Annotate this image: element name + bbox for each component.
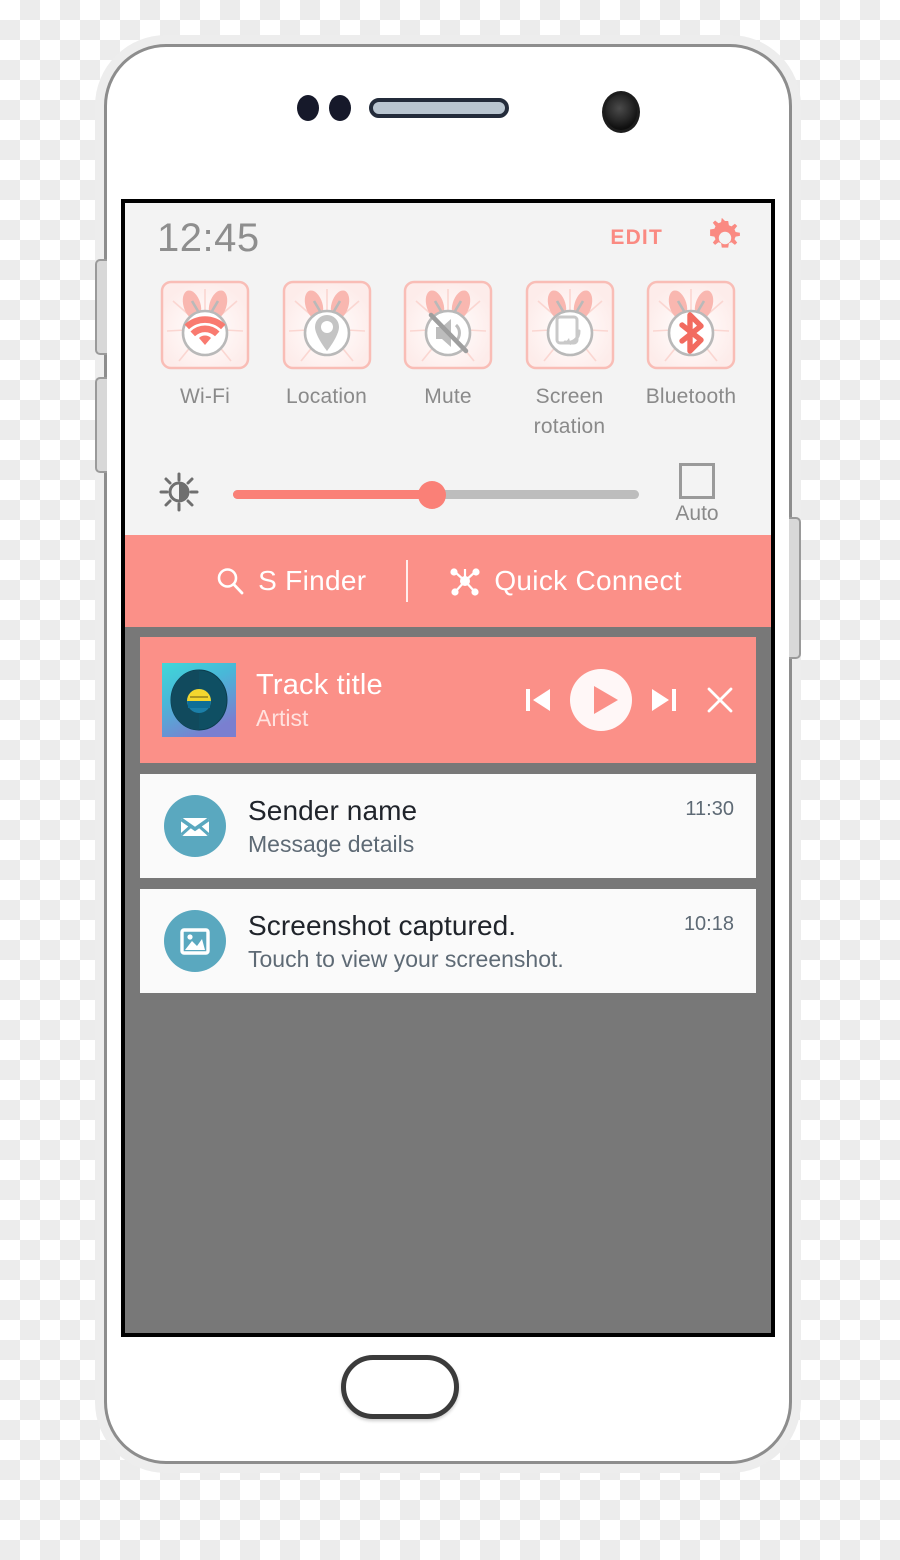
- auto-label: Auto: [675, 502, 719, 526]
- finder-bar: S Finder Quick Connect: [125, 534, 771, 627]
- brightness-row: Auto: [125, 443, 771, 535]
- notification-subtitle: Touch to view your screenshot.: [248, 945, 564, 972]
- gear-icon[interactable]: [705, 218, 745, 258]
- toggle-wifi[interactable]: Wi-Fi: [149, 279, 261, 443]
- volume-up-button[interactable]: [95, 259, 107, 355]
- volume-down-button[interactable]: [95, 377, 107, 473]
- envelope-icon: [164, 794, 226, 857]
- toggle-label: Location: [286, 385, 367, 408]
- light-sensor-icon: [329, 95, 351, 121]
- notification-body: Screenshot captured. Touch to view your …: [248, 909, 684, 973]
- location-pin-icon[interactable]: [281, 279, 373, 371]
- earpiece-speaker: [369, 98, 509, 118]
- skip-next-icon[interactable]: [634, 685, 690, 715]
- track-title: Track title: [256, 668, 383, 701]
- bluetooth-icon[interactable]: [645, 279, 737, 371]
- quick-connect-button[interactable]: Quick Connect: [448, 564, 682, 598]
- brightness-sun-icon: [147, 472, 199, 517]
- skip-previous-icon[interactable]: [524, 685, 568, 715]
- phone-device: 12:45 EDIT Wi-Fi Location Mute Screen ro…: [95, 44, 801, 1464]
- screen-rotation-icon[interactable]: [524, 279, 616, 371]
- notification-list: Track title Artist Sender name Message d…: [125, 626, 771, 993]
- play-icon[interactable]: [568, 667, 634, 733]
- notification-screenshot[interactable]: Screenshot captured. Touch to view your …: [140, 888, 756, 993]
- front-camera: [602, 91, 640, 133]
- s-finder-label: S Finder: [258, 564, 367, 596]
- clock: 12:45: [157, 215, 260, 260]
- notification-subtitle: Message details: [248, 830, 415, 857]
- slider-fill: [233, 490, 432, 500]
- music-player-notification[interactable]: Track title Artist: [140, 636, 756, 763]
- home-button[interactable]: [341, 1355, 459, 1419]
- edit-button[interactable]: EDIT: [610, 226, 663, 250]
- quick-connect-hub-icon: [448, 564, 482, 598]
- image-icon: [164, 909, 226, 972]
- quick-connect-label: Quick Connect: [494, 564, 682, 596]
- vinyl-record-album-art: [162, 662, 236, 737]
- s-finder-button[interactable]: S Finder: [214, 565, 366, 597]
- slider-thumb[interactable]: [417, 480, 446, 509]
- quick-settings-panel: 12:45 EDIT Wi-Fi Location Mute Screen ro…: [125, 203, 771, 535]
- toggle-bluetooth[interactable]: Bluetooth: [635, 279, 747, 443]
- toggle-label: Bluetooth: [645, 385, 737, 408]
- quick-toggles-row: Wi-Fi Location Mute Screen rotation Blue…: [125, 273, 771, 443]
- phone-screen: 12:45 EDIT Wi-Fi Location Mute Screen ro…: [121, 199, 775, 1337]
- toggle-mute[interactable]: Mute: [392, 279, 504, 443]
- finder-divider: [406, 559, 409, 602]
- status-bar: 12:45 EDIT: [125, 203, 771, 273]
- auto-brightness-checkbox[interactable]: Auto: [661, 463, 733, 526]
- power-button[interactable]: [789, 517, 801, 659]
- proximity-sensor-icon: [297, 95, 319, 121]
- search-icon: [214, 565, 246, 597]
- toggle-label: Mute: [424, 385, 472, 408]
- track-artist: Artist: [256, 704, 309, 731]
- notification-time: 11:30: [685, 797, 734, 820]
- notification-title: Sender name: [248, 795, 418, 827]
- close-icon[interactable]: [690, 684, 736, 716]
- notification-time: 10:18: [683, 912, 734, 935]
- music-controls: [524, 667, 736, 733]
- toggle-screen-rotation[interactable]: Screen rotation: [514, 279, 626, 443]
- notification-title: Screenshot captured.: [248, 910, 517, 942]
- toggle-label: Screen rotation: [533, 385, 606, 439]
- notification-message[interactable]: Sender name Message details 11:30: [140, 773, 756, 878]
- toggle-label: Wi-Fi: [180, 385, 230, 408]
- mute-icon[interactable]: [402, 279, 494, 371]
- toggle-location[interactable]: Location: [271, 279, 383, 443]
- checkbox-box[interactable]: [679, 463, 715, 500]
- notification-body: Sender name Message details: [248, 794, 685, 858]
- music-metadata: Track title Artist: [256, 668, 524, 732]
- wifi-icon[interactable]: [159, 279, 251, 371]
- brightness-slider[interactable]: [233, 480, 639, 510]
